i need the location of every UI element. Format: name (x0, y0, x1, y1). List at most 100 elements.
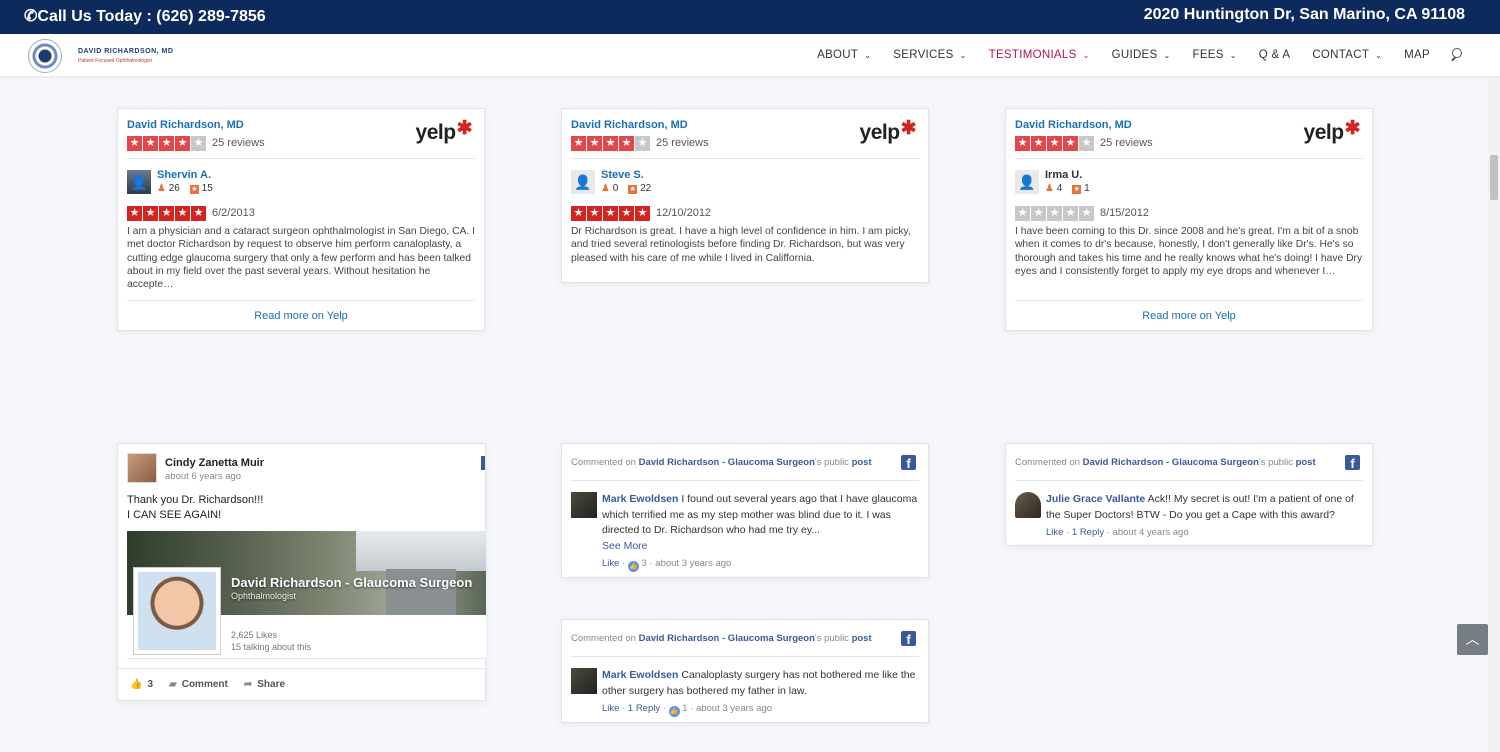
post-time[interactable]: about 6 years ago (165, 471, 241, 482)
header-prefix: Commented on (1015, 457, 1080, 468)
share-button[interactable]: ➦ Share (244, 679, 285, 690)
comment-time[interactable]: about 4 years ago (1113, 527, 1189, 538)
avatar[interactable] (571, 668, 597, 694)
review-count: 25 reviews (212, 137, 265, 149)
reply-link[interactable]: 1 Reply (628, 703, 660, 714)
post-author[interactable]: Cindy Zanetta Muir (165, 457, 264, 469)
comment-body: Mark Ewoldsen I found out several years … (602, 492, 919, 572)
star-icon: ★ (1031, 136, 1046, 151)
back-to-top-button[interactable]: ︿ (1457, 624, 1488, 655)
comment-button[interactable]: ▰ Comment (169, 679, 228, 690)
star-icon: ★ (127, 206, 142, 221)
facebook-comment-card: Commented on David Richardson - Glaucoma… (1005, 443, 1373, 546)
menu-item-map[interactable]: MAP (1404, 49, 1430, 61)
page-link[interactable]: David Richardson - Glaucoma Surgeon (639, 457, 815, 468)
star-icon: ★ (619, 206, 634, 221)
avatar[interactable]: 👤 (571, 170, 595, 194)
like-button[interactable]: 👍 3 (130, 679, 153, 690)
address-text[interactable]: 2020 Huntington Dr, San Marino, CA 91108 (1144, 6, 1465, 24)
reviewer-name[interactable]: Shervin A. (157, 169, 211, 181)
read-more-link[interactable]: Read more on Yelp (1006, 310, 1372, 322)
star-icon: ★ (191, 136, 206, 151)
commenter-name[interactable]: Mark Ewoldsen (602, 669, 678, 681)
facebook-icon[interactable]: f (901, 455, 916, 471)
comment-header: Commented on David Richardson - Glaucoma… (571, 633, 872, 644)
reviewer-name[interactable]: Irma U. (1045, 169, 1082, 181)
yelp-review-card: David Richardson, MD yelp✱ ★ ★ ★ ★ ★ 25 revi… (561, 108, 929, 283)
page-title[interactable]: David Richardson - Glaucoma Surgeon (231, 575, 486, 590)
reviewer-name[interactable]: Steve S. (601, 169, 644, 181)
star-icon: ★ (159, 206, 174, 221)
page-profile-picture[interactable] (133, 567, 221, 655)
menu-label: SERVICES (893, 49, 954, 61)
menu-item-about[interactable]: ABOUT ⌄ (817, 49, 871, 61)
post-link[interactable]: post (852, 457, 872, 468)
reply-link[interactable]: 1 Reply (1072, 527, 1104, 538)
menu-item-contact[interactable]: CONTACT ⌄ (1312, 49, 1382, 61)
scrollbar-thumb[interactable] (1490, 155, 1498, 200)
reviews-count: 1 (1084, 183, 1090, 194)
reviewer-stats: ♟ 4 ★ 1 (1045, 183, 1090, 194)
comment-body: Mark Ewoldsen Canaloplasty surgery has n… (602, 668, 919, 717)
friends-count: 4 (1056, 183, 1063, 194)
chevron-down-icon: ⌄ (1163, 50, 1171, 60)
star-icon: ★ (1047, 206, 1062, 221)
post-message: Thank you Dr. Richardson!!! I CAN SEE AG… (127, 493, 263, 523)
logo-tagline: Patient-Focused Ophthalmologist (78, 58, 152, 64)
avatar[interactable] (1015, 492, 1041, 518)
commenter-name[interactable]: Julie Grace Vallante (1046, 493, 1145, 505)
business-name[interactable]: David Richardson, MD (571, 119, 688, 131)
menu-label: TESTIMONIALS (988, 49, 1077, 61)
menu-label: MAP (1404, 49, 1430, 61)
yelp-logo[interactable]: yelp✱ (860, 118, 917, 145)
see-more-link[interactable]: See More (602, 539, 919, 555)
review-rating-stars: ★ ★ ★ ★ ★ (1015, 206, 1095, 221)
yelp-logo[interactable]: yelp✱ (415, 118, 473, 145)
menu-item-guides[interactable]: GUIDES ⌄ (1112, 49, 1171, 61)
comment-icon: ▰ (169, 679, 177, 690)
page-link[interactable]: David Richardson - Glaucoma Surgeon (639, 633, 815, 644)
page-link[interactable]: David Richardson - Glaucoma Surgeon (1083, 457, 1259, 468)
comment-meta: Like · 👍 3 · about 3 years ago (602, 558, 732, 572)
comment-time[interactable]: about 3 years ago (655, 558, 731, 569)
friends-icon: ♟ (157, 183, 166, 194)
search-icon[interactable] (1450, 48, 1464, 62)
menu-item-testimonials[interactable]: TESTIMONIALS ⌄ (989, 49, 1090, 61)
menu-item-services[interactable]: SERVICES ⌄ (893, 49, 966, 61)
facebook-icon[interactable] (481, 456, 485, 470)
menu-item-qa[interactable]: Q & A (1259, 49, 1291, 61)
avatar[interactable]: 👤 (127, 170, 151, 194)
like-link[interactable]: Like (1046, 527, 1063, 538)
avatar[interactable] (571, 492, 597, 518)
avatar[interactable]: 👤 (1015, 170, 1039, 194)
divider (118, 668, 485, 669)
phone-number[interactable]: ✆Call Us Today : (626) 289-7856 (24, 6, 266, 26)
post-message-line: Thank you Dr. Richardson!!! (127, 494, 264, 506)
business-name[interactable]: David Richardson, MD (127, 119, 244, 131)
yelp-logo-text: yelp (415, 121, 457, 144)
comment-time[interactable]: about 3 years ago (696, 703, 772, 714)
like-link[interactable]: Like (602, 703, 619, 714)
site-logo[interactable]: DAVID RICHARDSON, MD Patient-Focused Oph… (28, 39, 178, 73)
page-scrollbar[interactable] (1488, 77, 1500, 752)
avatar[interactable] (127, 453, 157, 483)
star-icon: ★ (175, 206, 190, 221)
review-count: 25 reviews (656, 137, 709, 149)
divider (1015, 300, 1363, 301)
commenter-name[interactable]: Mark Ewoldsen (602, 493, 678, 505)
review-count: 25 reviews (1100, 137, 1153, 149)
divider (127, 300, 475, 301)
facebook-icon[interactable]: f (901, 631, 916, 647)
post-message-line: I CAN SEE AGAIN! (127, 509, 222, 521)
chevron-down-icon: ⌄ (1082, 50, 1090, 60)
read-more-link[interactable]: Read more on Yelp (118, 310, 484, 322)
like-link[interactable]: Like (602, 558, 619, 569)
star-icon: ★ (1031, 206, 1046, 221)
business-name[interactable]: David Richardson, MD (1015, 119, 1132, 131)
post-link[interactable]: post (1296, 457, 1316, 468)
facebook-icon[interactable]: f (1345, 455, 1360, 471)
comment-header: Commented on David Richardson - Glaucoma… (571, 457, 872, 468)
yelp-logo[interactable]: yelp✱ (1304, 118, 1361, 145)
menu-item-fees[interactable]: FEES ⌄ (1193, 49, 1237, 61)
post-link[interactable]: post (852, 633, 872, 644)
